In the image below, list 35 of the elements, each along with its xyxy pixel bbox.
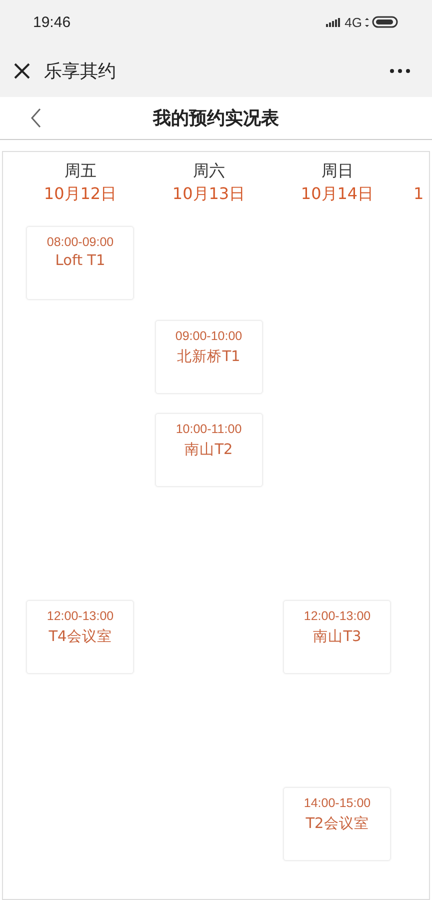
booking-card[interactable]: 10:00-11:00 南山T2 [154, 413, 263, 487]
booking-place: T2会议室 [306, 814, 369, 833]
signal-icon [326, 18, 342, 26]
battery-icon [372, 16, 398, 28]
booking-time: 08:00-09:00 [46, 235, 114, 249]
weekday-label: 周五 [64, 161, 96, 182]
booking-time: 12:00-13:00 [304, 609, 371, 623]
date-label: 1 [414, 184, 424, 203]
close-icon[interactable] [13, 62, 31, 80]
booking-place: Loft T1 [55, 253, 106, 269]
booking-time: 09:00-10:00 [175, 328, 242, 342]
booking-card[interactable]: 14:00-15:00 T2会议室 [283, 787, 392, 861]
app-title: 乐享其约 [44, 60, 117, 82]
booking-time: 10:00-11:00 [176, 422, 242, 436]
page-title: 我的预约实况表 [153, 107, 279, 130]
booking-time: 14:00-15:00 [304, 796, 371, 810]
network-label: 4G [344, 14, 362, 30]
booking-time: 12:00-13:00 [46, 609, 114, 623]
data-arrows-icon [365, 18, 369, 26]
weekday-label: 周六 [192, 161, 225, 182]
date-label: 10月14日 [300, 184, 374, 205]
date-label: 10月12日 [44, 184, 117, 205]
weekday-label: 周日 [321, 161, 354, 182]
booking-card[interactable]: 09:00-10:00 北新桥T1 [154, 320, 263, 394]
booking-card[interactable]: 12:00-13:00 T4会议室 [26, 600, 134, 674]
back-icon[interactable] [31, 108, 41, 128]
more-icon[interactable] [390, 68, 410, 72]
booking-place: 南山T2 [184, 441, 233, 459]
booking-card[interactable]: 08:00-09:00 Loft T1 [26, 226, 134, 300]
status-time: 19:46 [33, 14, 71, 30]
booking-place: 北新桥T1 [177, 348, 240, 366]
booking-place: 南山T3 [313, 628, 362, 646]
booking-place: T4会议室 [48, 628, 112, 646]
date-label: 10月13日 [172, 184, 246, 205]
booking-card[interactable]: 12:00-13:00 南山T3 [283, 600, 392, 674]
